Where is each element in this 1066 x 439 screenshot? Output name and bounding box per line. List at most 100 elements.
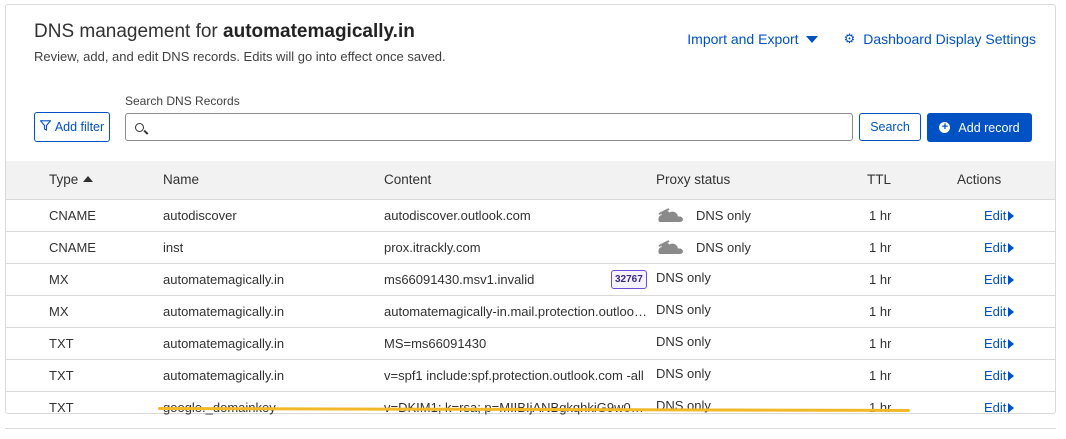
edit-record-link[interactable]: Edit (984, 272, 1015, 287)
table-header: Type Name Content Proxy status TTL Actio… (6, 161, 1055, 200)
record-content: automatemagically-in.mail.protection.out… (384, 304, 649, 319)
record-ttl: 1 hr (869, 400, 892, 415)
proxy-status: DNS only (656, 334, 711, 349)
column-header-actions: Actions (957, 172, 1002, 187)
column-header-proxy: Proxy status (656, 172, 731, 187)
record-ttl: 1 hr (869, 208, 892, 223)
edit-record-link[interactable]: Edit (984, 368, 1015, 383)
record-name: automatemagically.in (163, 304, 285, 319)
proxy-status-label: DNS only (656, 334, 711, 349)
cloud-grey-icon (658, 240, 683, 254)
proxy-status-label: DNS only (656, 270, 711, 285)
proxy-status-label: DNS only (696, 239, 751, 255)
record-name: automatemagically.in (163, 336, 285, 351)
title-domain: automatemagically.in (223, 21, 415, 42)
table-row: MX automatemagically.in automatemagically-… (6, 296, 1055, 328)
table-row: TXT automatemagically.in v=spf1 include:sp… (6, 360, 1055, 392)
table-row: CNAME inst prox.itrackly.com DNS only 1 hr Ed… (6, 232, 1055, 264)
edit-record-link[interactable]: Edit (984, 304, 1015, 319)
table-row: MX automatemagically.in ms66091430.msv1.in… (6, 264, 1055, 296)
column-header-content: Content (384, 172, 432, 187)
plus-circle-icon: + (939, 122, 951, 133)
table-row: TXT automatemagically.in MS=ms66091430 DNS … (6, 328, 1055, 360)
record-type: TXT (49, 368, 74, 383)
edit-record-link[interactable]: Edit (984, 336, 1015, 351)
add-record-button[interactable]: + Add record (927, 113, 1032, 142)
caret-right-icon (1008, 242, 1015, 253)
record-name: automatemagically.in (163, 368, 285, 383)
header-links: Import and Export ⚙ Dashboard Display Se… (687, 31, 1036, 47)
title-prefix: DNS management for (34, 21, 224, 42)
proxy-status-label: DNS only (696, 207, 751, 223)
record-name: autodiscover (163, 208, 237, 223)
add-filter-label: Add filter (54, 120, 105, 134)
caret-right-icon (1008, 402, 1015, 413)
proxy-status-label: DNS only (656, 302, 711, 317)
proxy-status: DNS only (656, 366, 711, 381)
record-type: MX (49, 304, 69, 319)
column-header-ttl: TTL (867, 172, 892, 187)
proxy-status: DNS only (656, 302, 711, 317)
record-name: inst (163, 240, 184, 255)
column-header-type[interactable]: Type (49, 172, 94, 187)
dashboard-display-settings-link[interactable]: ⚙ Dashboard Display Settings (844, 31, 1036, 47)
search-input[interactable] (152, 114, 852, 140)
record-type: CNAME (49, 208, 96, 223)
search-button[interactable]: Search (859, 113, 921, 141)
edit-record-link[interactable]: Edit (984, 240, 1015, 255)
edit-label: Edit (984, 272, 1007, 287)
record-type: CNAME (49, 240, 96, 255)
edit-label: Edit (984, 240, 1007, 255)
search-field[interactable] (125, 113, 853, 141)
priority-badge: 32767 (611, 270, 647, 289)
proxy-status: DNS only (656, 206, 751, 224)
record-ttl: 1 hr (869, 272, 892, 287)
edit-label: Edit (984, 368, 1007, 383)
record-name: automatemagically.in (163, 272, 285, 287)
record-ttl: 1 hr (869, 368, 892, 383)
gear-icon: ⚙ (843, 31, 856, 46)
record-ttl: 1 hr (869, 336, 892, 351)
cloud-grey-icon (658, 208, 683, 222)
proxy-status: DNS only (656, 270, 711, 285)
edit-label: Edit (984, 208, 1007, 223)
dns-management-card: DNS management for automatemagically.in … (5, 4, 1056, 415)
sort-ascending-icon (83, 176, 94, 182)
record-content: MS=ms66091430 (384, 336, 487, 351)
edit-record-link[interactable]: Edit (984, 400, 1015, 415)
import-export-label: Import and Export (687, 31, 799, 47)
caret-down-icon (805, 35, 818, 43)
record-content: ms66091430.msv1.invalid (384, 272, 535, 287)
column-header-name: Name (163, 172, 200, 187)
record-content: v=spf1 include:spf.protection.outlook.co… (384, 368, 644, 383)
table-body: CNAME autodiscover autodiscover.outlook.co… (6, 200, 1055, 423)
table-row: CNAME autodiscover autodiscover.outlook.co… (6, 200, 1055, 232)
caret-right-icon (1008, 306, 1015, 317)
dns-records-table: Type Name Content Proxy status TTL Actio… (6, 161, 1055, 423)
caret-right-icon (1008, 338, 1015, 349)
caret-right-icon (1008, 370, 1015, 381)
record-ttl: 1 hr (869, 240, 892, 255)
record-type: TXT (49, 400, 74, 415)
search-label: Search DNS Records (125, 94, 240, 108)
import-export-dropdown[interactable]: Import and Export (687, 31, 818, 47)
filter-icon (39, 120, 52, 134)
record-ttl: 1 hr (869, 304, 892, 319)
column-type-label: Type (49, 172, 79, 187)
page-title: DNS management for automatemagically.in (34, 21, 415, 43)
display-settings-label: Dashboard Display Settings (863, 31, 1036, 47)
caret-right-icon (1008, 274, 1015, 285)
record-type: TXT (49, 336, 74, 351)
page-subtitle: Review, add, and edit DNS records. Edits… (34, 49, 446, 64)
caret-right-icon (1008, 210, 1015, 221)
search-icon (135, 122, 144, 132)
proxy-status-label: DNS only (656, 366, 711, 381)
add-filter-button[interactable]: Add filter (34, 112, 110, 142)
edit-label: Edit (984, 400, 1007, 415)
edit-label: Edit (984, 336, 1007, 351)
record-content: prox.itrackly.com (384, 240, 481, 255)
record-type: MX (49, 272, 69, 287)
proxy-status: DNS only (656, 238, 751, 256)
add-record-label: Add record (958, 120, 1020, 135)
edit-record-link[interactable]: Edit (984, 208, 1015, 223)
